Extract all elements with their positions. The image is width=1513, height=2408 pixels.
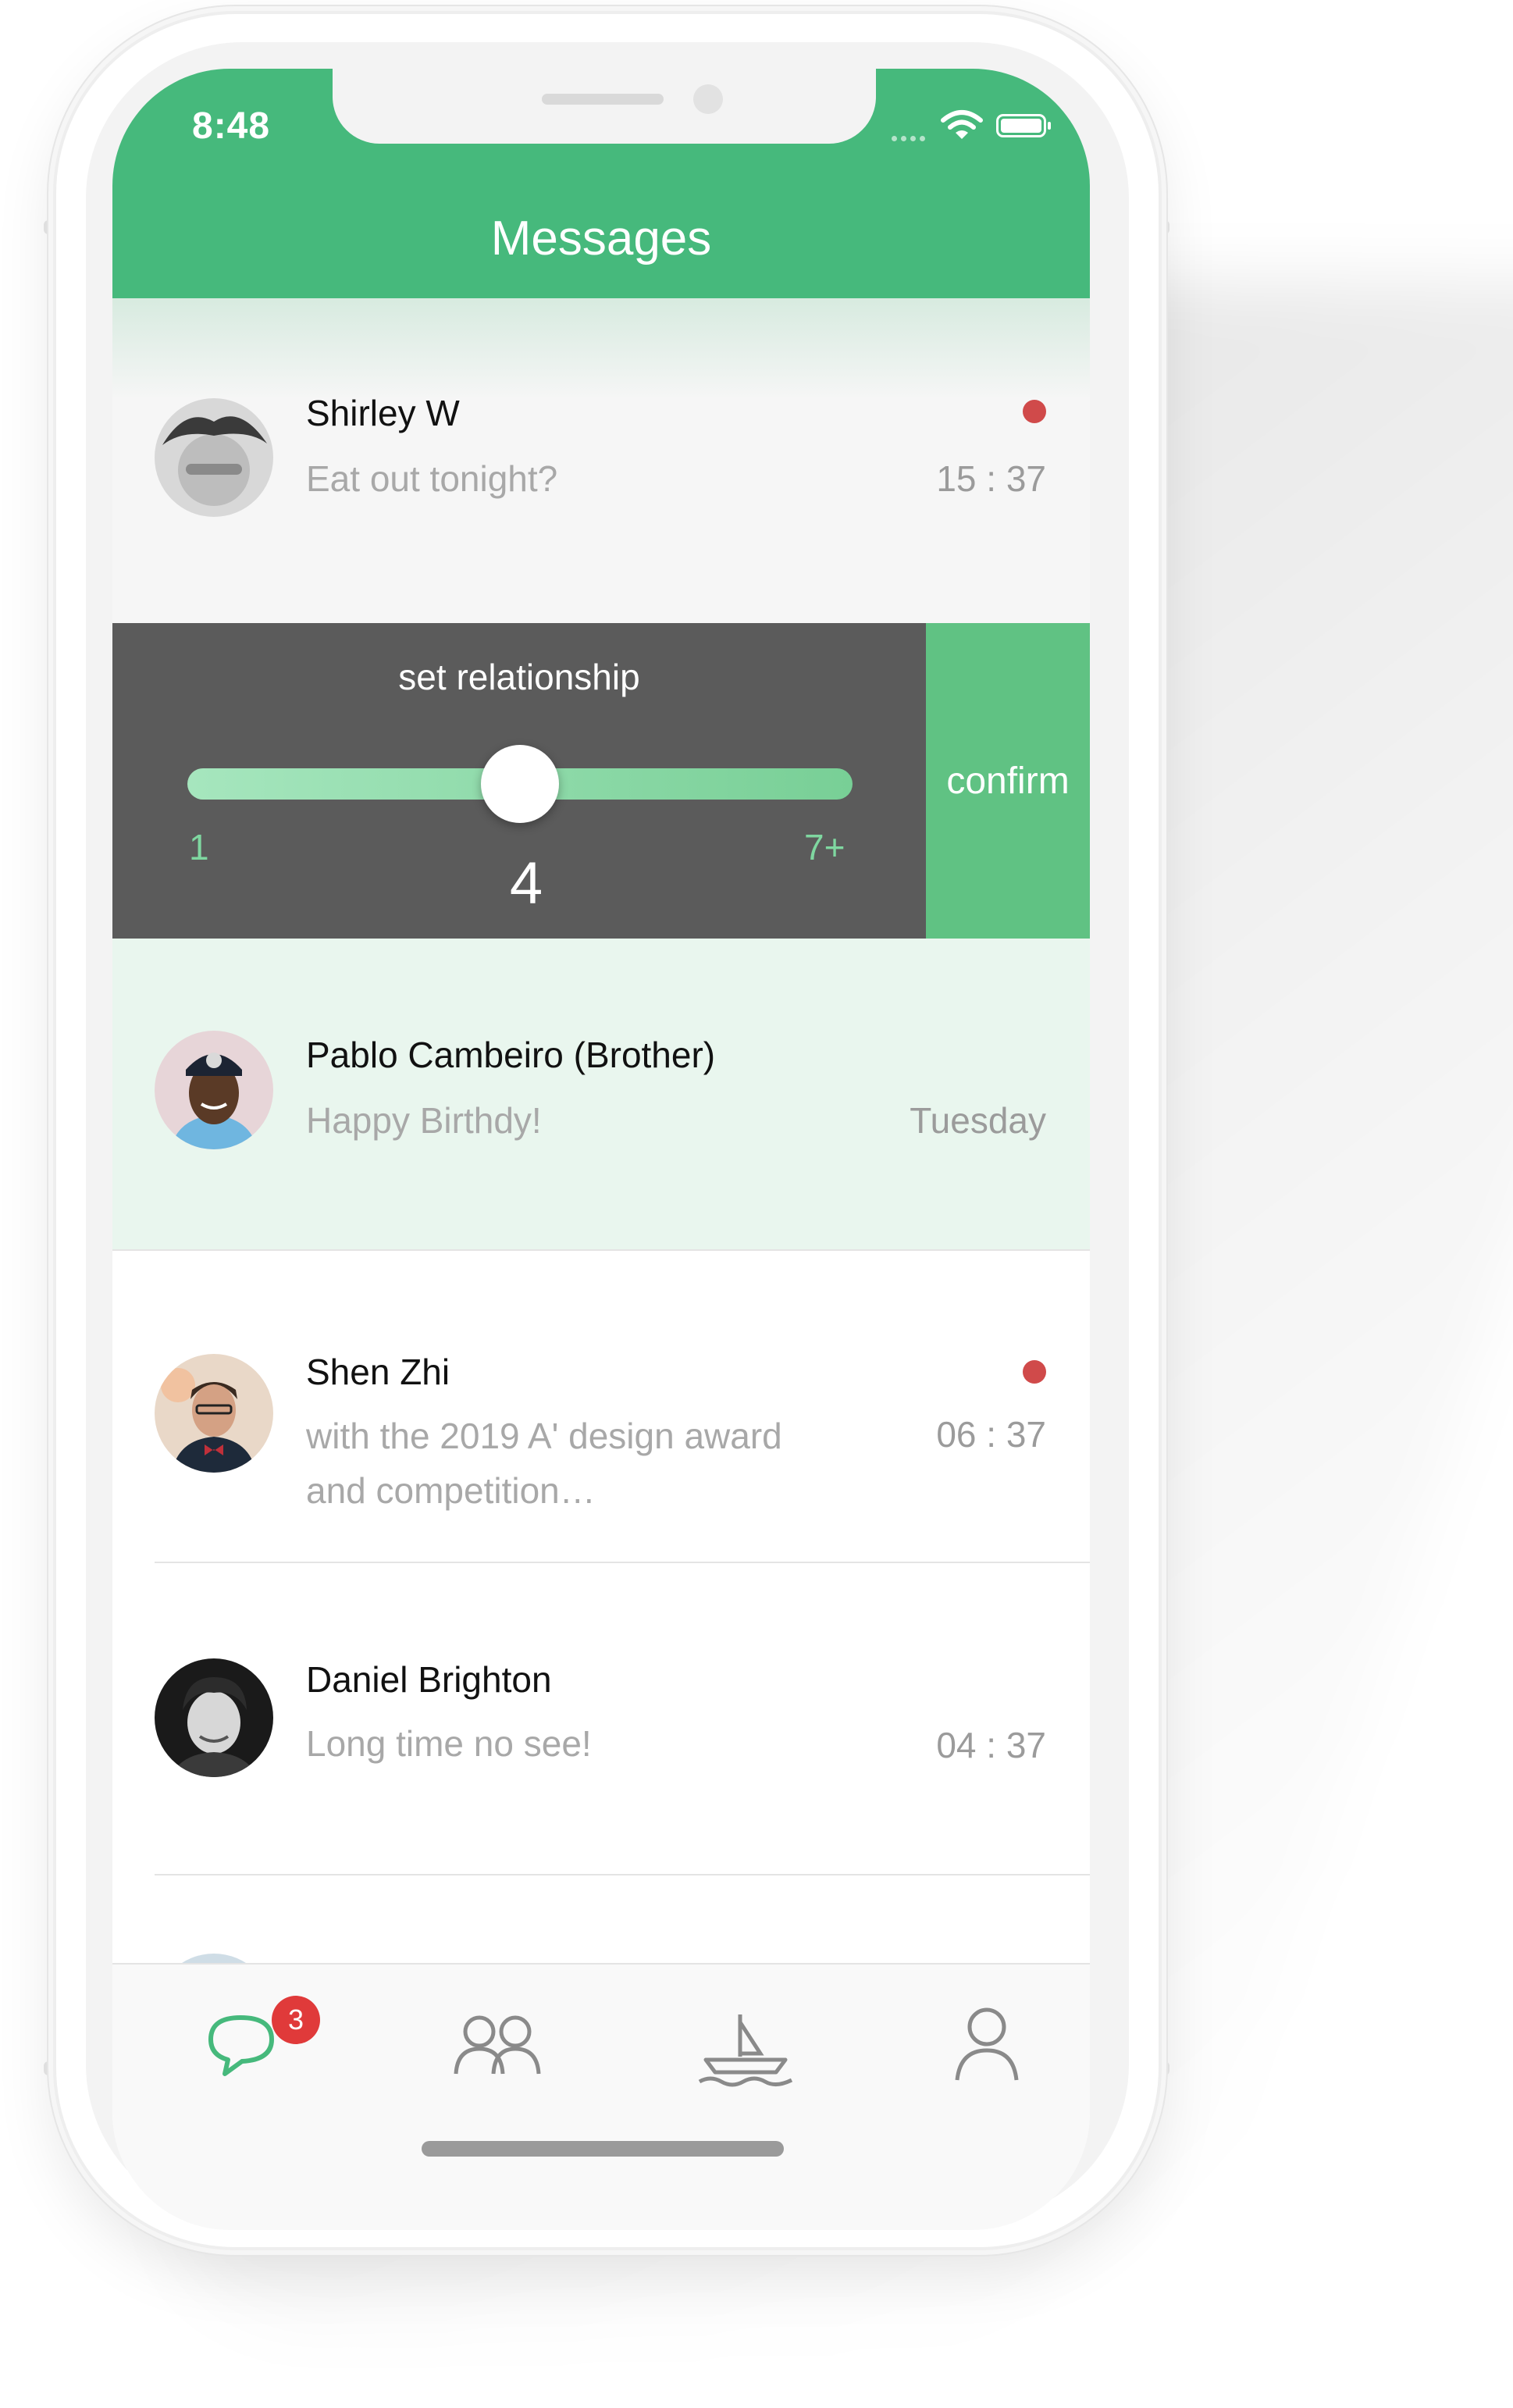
slider-min-label: 1 [189,827,209,867]
slider-value: 4 [509,850,543,917]
conversation-row-daniel[interactable]: Daniel Brighton Long time no see! 04 : 3… [112,1563,1090,1875]
tab-bar: 3 [112,1963,1090,2230]
conversation-row-pablo[interactable]: Pablo Cambeiro (Brother) Happy Birthdy! … [112,939,1090,1251]
tab-discover[interactable] [695,1996,804,2089]
message-preview: Eat out tonight? [306,458,558,499]
confirm-button[interactable]: confirm [926,623,1090,939]
conversation-row-shirley[interactable]: Shirley W Eat out tonight? 15 : 37 [112,298,1090,623]
message-time: 04 : 37 [936,1725,1046,1765]
message-preview-line-2: and competition… [306,1470,596,1511]
message-preview-line-1: with the 2019 A' design award [306,1416,782,1456]
signal-icon [892,130,929,144]
app-header: 8:48 Messages [112,69,1090,298]
tab-profile[interactable] [940,1996,1049,2089]
tab-friends[interactable] [445,1996,554,2089]
tab-messages[interactable]: 3 [197,1996,320,2089]
home-indicator[interactable] [422,2141,784,2157]
message-time: Tuesday [910,1100,1046,1141]
contact-name: Pablo Cambeiro (Brother) [306,1035,716,1075]
speaker-grille [542,94,664,105]
unread-indicator [1023,1360,1046,1384]
relationship-panel: set relationship 1 7+ 4 [112,623,926,939]
status-icons [881,109,1052,141]
message-time: 06 : 37 [936,1414,1046,1455]
avatar-shen [155,1354,273,1473]
friends-icon [454,2015,541,2075]
status-time: 8:48 [192,105,271,147]
battery-icon [996,114,1051,137]
unread-badge: 3 [272,1996,320,2044]
message-time: 15 : 37 [936,458,1046,499]
conversation-row-shen[interactable]: Shen Zhi with the 2019 A' design award a… [112,1251,1090,1563]
message-preview: Long time no see! [306,1723,592,1764]
boat-icon [698,2014,793,2087]
avatar-pablo [155,1031,273,1149]
contact-name: Shen Zhi [306,1352,450,1392]
front-camera [693,84,723,114]
slider-max-label: 7+ [804,827,846,867]
avatar-daniel [155,1658,273,1777]
message-preview: Happy Birthdy! [306,1100,542,1141]
notch [333,69,876,144]
unread-indicator [1023,400,1046,423]
contact-name: Shirley W [306,393,460,433]
wifi-icon [941,110,983,139]
phone-screen: 8:48 Messages Shirley W Eat out tonight?… [112,69,1090,2230]
relationship-slider-thumb[interactable] [481,745,559,823]
contact-name: Daniel Brighton [306,1659,552,1700]
avatar-shirley [155,398,273,517]
relationship-title: set relationship [398,657,640,697]
page-title: Messages [490,212,712,265]
profile-icon [955,2007,1019,2081]
